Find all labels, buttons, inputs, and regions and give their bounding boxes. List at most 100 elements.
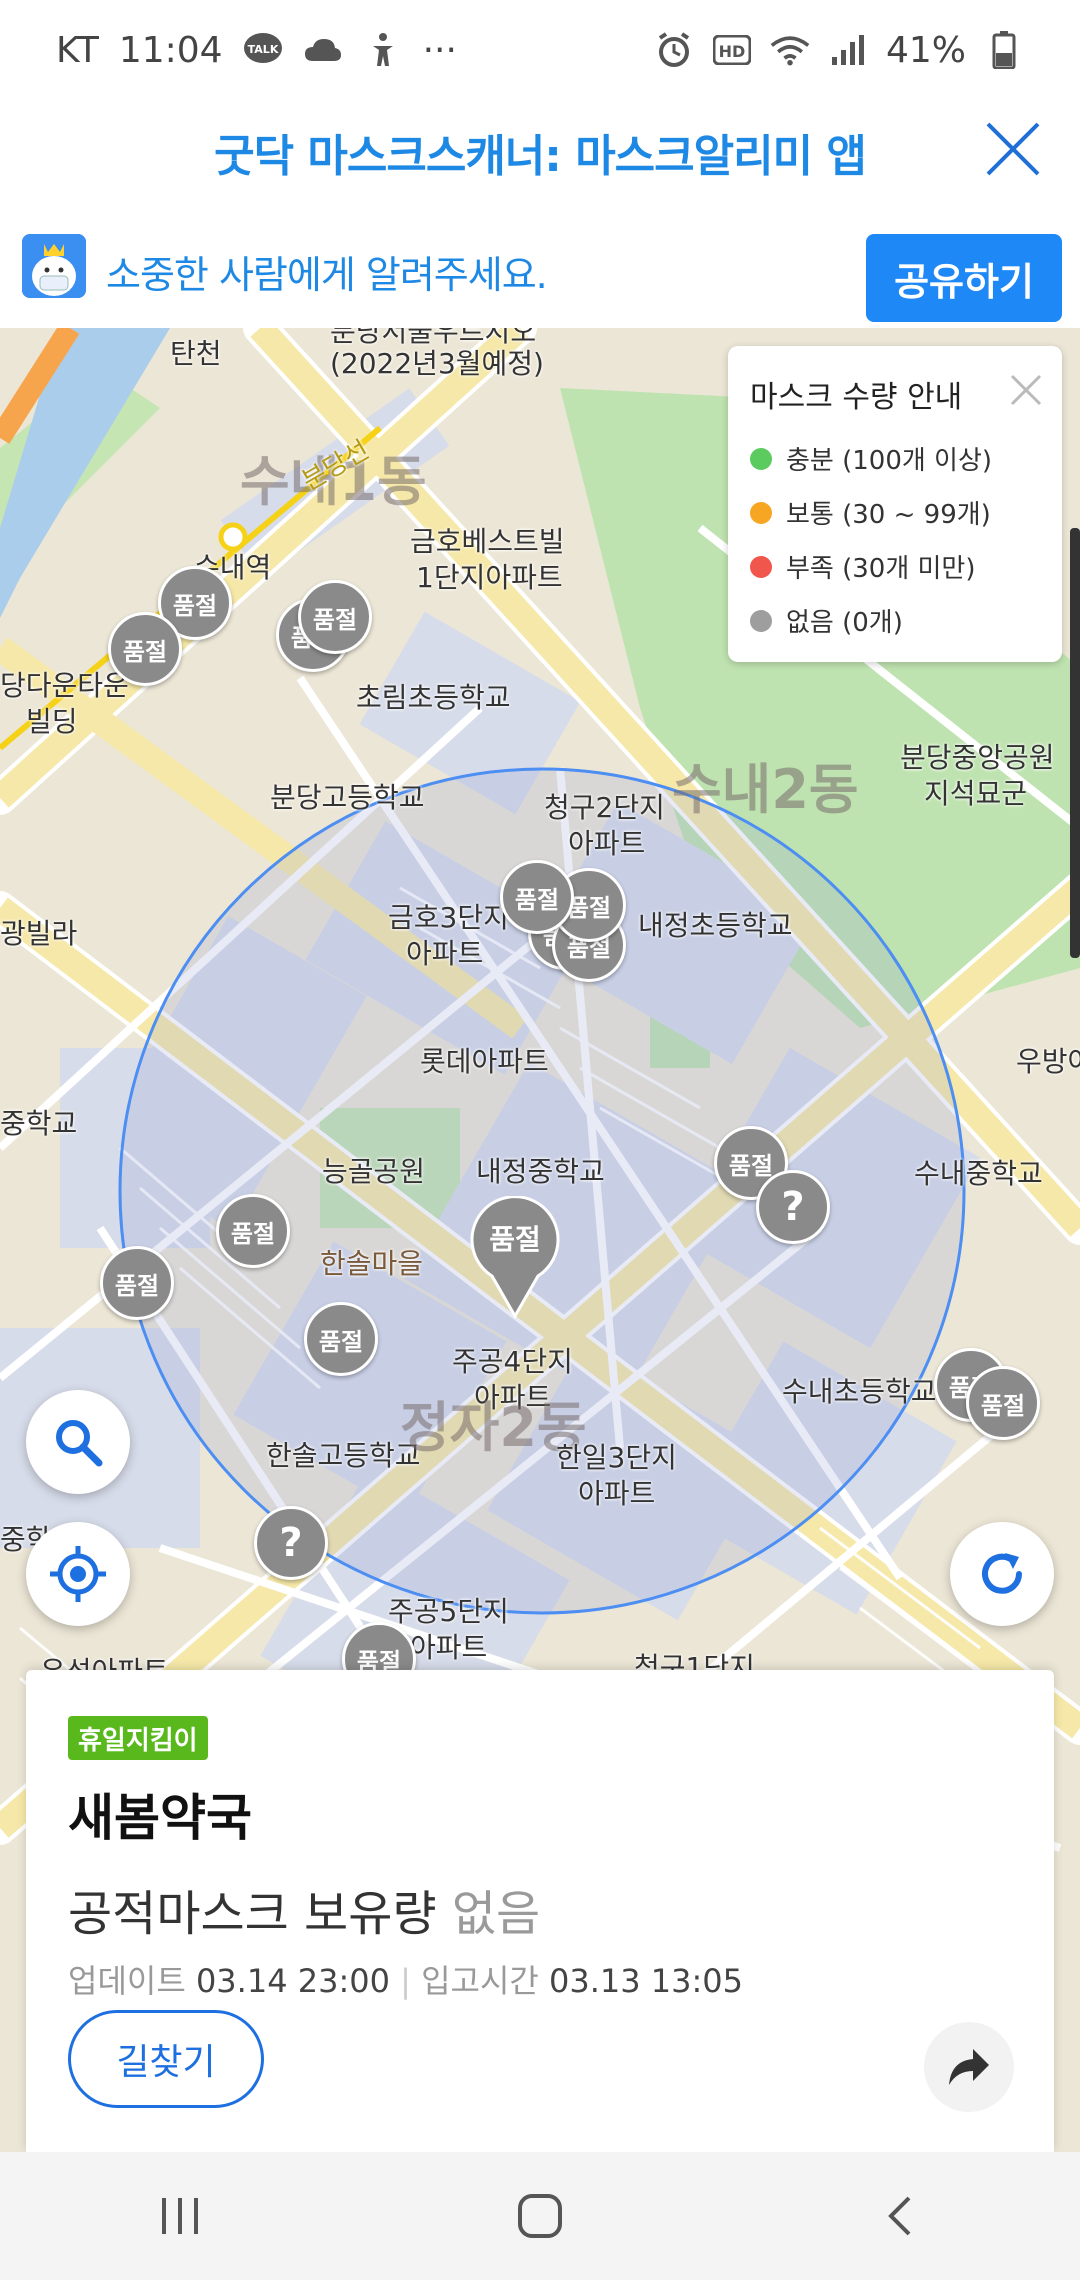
home-button[interactable]: [500, 2176, 580, 2256]
school-label: 내정초등학교: [638, 909, 793, 942]
legend-close-button[interactable]: [1008, 372, 1044, 408]
recent-apps-button[interactable]: [140, 2176, 220, 2256]
status-bar: KT 11:04 TALK ··· HD 41%: [0, 0, 1080, 96]
close-button[interactable]: [980, 116, 1046, 182]
park-label: 지석묘군: [924, 777, 1028, 810]
map-label: 1단지아파트: [416, 561, 563, 594]
alarm-icon: [654, 30, 694, 70]
pharmacy-pin-soldout[interactable]: 품절: [966, 1366, 1040, 1440]
stock-value: 없음: [451, 1886, 541, 1942]
wifi-icon: [770, 30, 810, 70]
hd-voice-icon: HD: [712, 30, 752, 70]
crosshair-icon: [50, 1546, 106, 1602]
map-label: 빌딩: [26, 705, 78, 738]
map-label: 청구2단지: [544, 791, 665, 824]
legend-item-enough: 충분 (100개 이상): [750, 440, 992, 477]
map-label: 금호베스트빌: [410, 525, 565, 558]
map-label: 광빌라: [0, 917, 78, 950]
map-label: 금호3단지: [388, 901, 509, 934]
recent-apps-icon: [162, 2198, 198, 2234]
banner-text: 소중한 사람에게 알려주세요.: [106, 253, 548, 297]
legend-item-none: 없음 (0개): [750, 602, 903, 639]
map-label: 아파트: [568, 827, 646, 860]
park-label: 분당중앙공원: [900, 741, 1055, 774]
update-value: 03.14 23:00: [195, 1962, 390, 2000]
pharmacy-pin-soldout[interactable]: 품절: [216, 1194, 290, 1268]
signal-icon: [828, 30, 868, 70]
legend-title: 마스크 수량 안내: [750, 380, 963, 415]
map-label: 아파트: [578, 1477, 656, 1510]
search-icon: [56, 1420, 103, 1467]
share-arrow-icon: [949, 2049, 989, 2085]
school-label: 중학교: [0, 1107, 78, 1140]
school-label: 초림초등학교: [356, 681, 511, 714]
map-label: 롯데아파트: [420, 1045, 549, 1078]
pharmacy-pin-soldout[interactable]: 품절: [304, 1302, 378, 1376]
map-label: (2022년3월예정): [330, 347, 544, 380]
share-store-button[interactable]: [924, 2022, 1014, 2112]
home-icon: [518, 2194, 562, 2238]
holiday-badge: 휴일지킴이: [68, 1716, 208, 1760]
selected-pharmacy-pin[interactable]: 품절: [470, 1195, 560, 1320]
selected-pin-label: 품절: [489, 1223, 541, 1256]
legend-dot: [750, 555, 772, 578]
close-icon: [986, 122, 1040, 176]
pharmacy-pin-soldout[interactable]: 품절: [500, 860, 574, 934]
svg-text:HD: HD: [719, 42, 746, 61]
map-label: 아파트: [406, 937, 484, 970]
app-logo-icon: [22, 234, 86, 298]
directions-button[interactable]: 길찾기: [68, 2010, 264, 2108]
kakaotalk-icon: TALK: [243, 30, 283, 70]
battery-percent: 41%: [885, 29, 966, 71]
legend-label: 없음 (0개): [786, 608, 903, 638]
pharmacy-pin-soldout[interactable]: 품절: [298, 580, 372, 654]
map-label: 주공5단지: [388, 1595, 509, 1628]
pharmacy-pin-soldout[interactable]: 품절: [100, 1246, 174, 1320]
more-notifications: ···: [422, 29, 457, 71]
pharmacy-pin-unknown[interactable]: ?: [254, 1506, 328, 1580]
map-label: 아파트: [410, 1631, 488, 1664]
close-icon: [1010, 374, 1042, 406]
pharmacy-pin-unknown[interactable]: ?: [756, 1170, 830, 1244]
legend-dot: [750, 447, 772, 470]
battery-icon: [984, 30, 1024, 70]
legend-dot: [750, 609, 772, 632]
map-label: 한일3단지: [556, 1441, 677, 1474]
map-label: 당다운타운: [0, 669, 129, 702]
legend-label: 충분 (100개 이상): [786, 446, 993, 476]
app-header: 굿닥 마스크스캐너: 마스크알리미 앱: [0, 96, 1080, 204]
pharmacy-pin-soldout[interactable]: 품절: [108, 612, 182, 686]
search-button[interactable]: [26, 1390, 130, 1494]
share-banner: 소중한 사람에게 알려주세요. 공유하기: [0, 204, 1080, 328]
back-button[interactable]: [860, 2176, 940, 2256]
update-label: 업데이트: [68, 1962, 186, 2000]
map-label: 한솔마을: [320, 1247, 424, 1280]
page-title: 굿닥 마스크스캐너: 마스크알리미 앱: [214, 131, 867, 182]
pharmacy-name: 새봄약국: [68, 1789, 252, 1847]
accessibility-icon: [363, 30, 403, 70]
stock-time-label: 입고시간: [421, 1962, 539, 2000]
school-label: 내정중학교: [476, 1155, 605, 1188]
status-right: HD 41%: [654, 24, 1024, 76]
legend-panel: 마스크 수량 안내 충분 (100개 이상) 보통 (30 ~ 99개) 부족 …: [728, 346, 1062, 662]
carrier-label: KT: [56, 29, 99, 71]
school-label: 수내초등학교: [782, 1375, 937, 1408]
stock-time-value: 03.13 13:05: [549, 1962, 743, 2000]
back-icon: [888, 2196, 911, 2236]
share-button[interactable]: 공유하기: [866, 234, 1062, 322]
divider: |: [400, 1962, 422, 2000]
system-nav-bar: [0, 2152, 1080, 2280]
map-label: 탄천: [170, 337, 222, 370]
pharmacy-card[interactable]: 휴일지킴이 새봄약국 공적마스크 보유량 없음 업데이트 03.14 23:00…: [26, 1670, 1054, 2152]
my-location-button[interactable]: [26, 1522, 130, 1626]
school-label: 한솔고등학교: [266, 1439, 421, 1472]
cloud-icon: [303, 30, 343, 70]
status-left: KT 11:04 TALK ···: [56, 24, 457, 76]
district-label: 수내2동: [672, 758, 859, 821]
legend-item-normal: 보통 (30 ~ 99개): [750, 494, 991, 531]
legend-label: 부족 (30개 미만): [786, 554, 976, 584]
refresh-icon: [982, 1553, 1022, 1594]
map-label: 우방아: [1016, 1045, 1080, 1078]
clock: 11:04: [118, 29, 223, 71]
refresh-button[interactable]: [950, 1522, 1054, 1626]
